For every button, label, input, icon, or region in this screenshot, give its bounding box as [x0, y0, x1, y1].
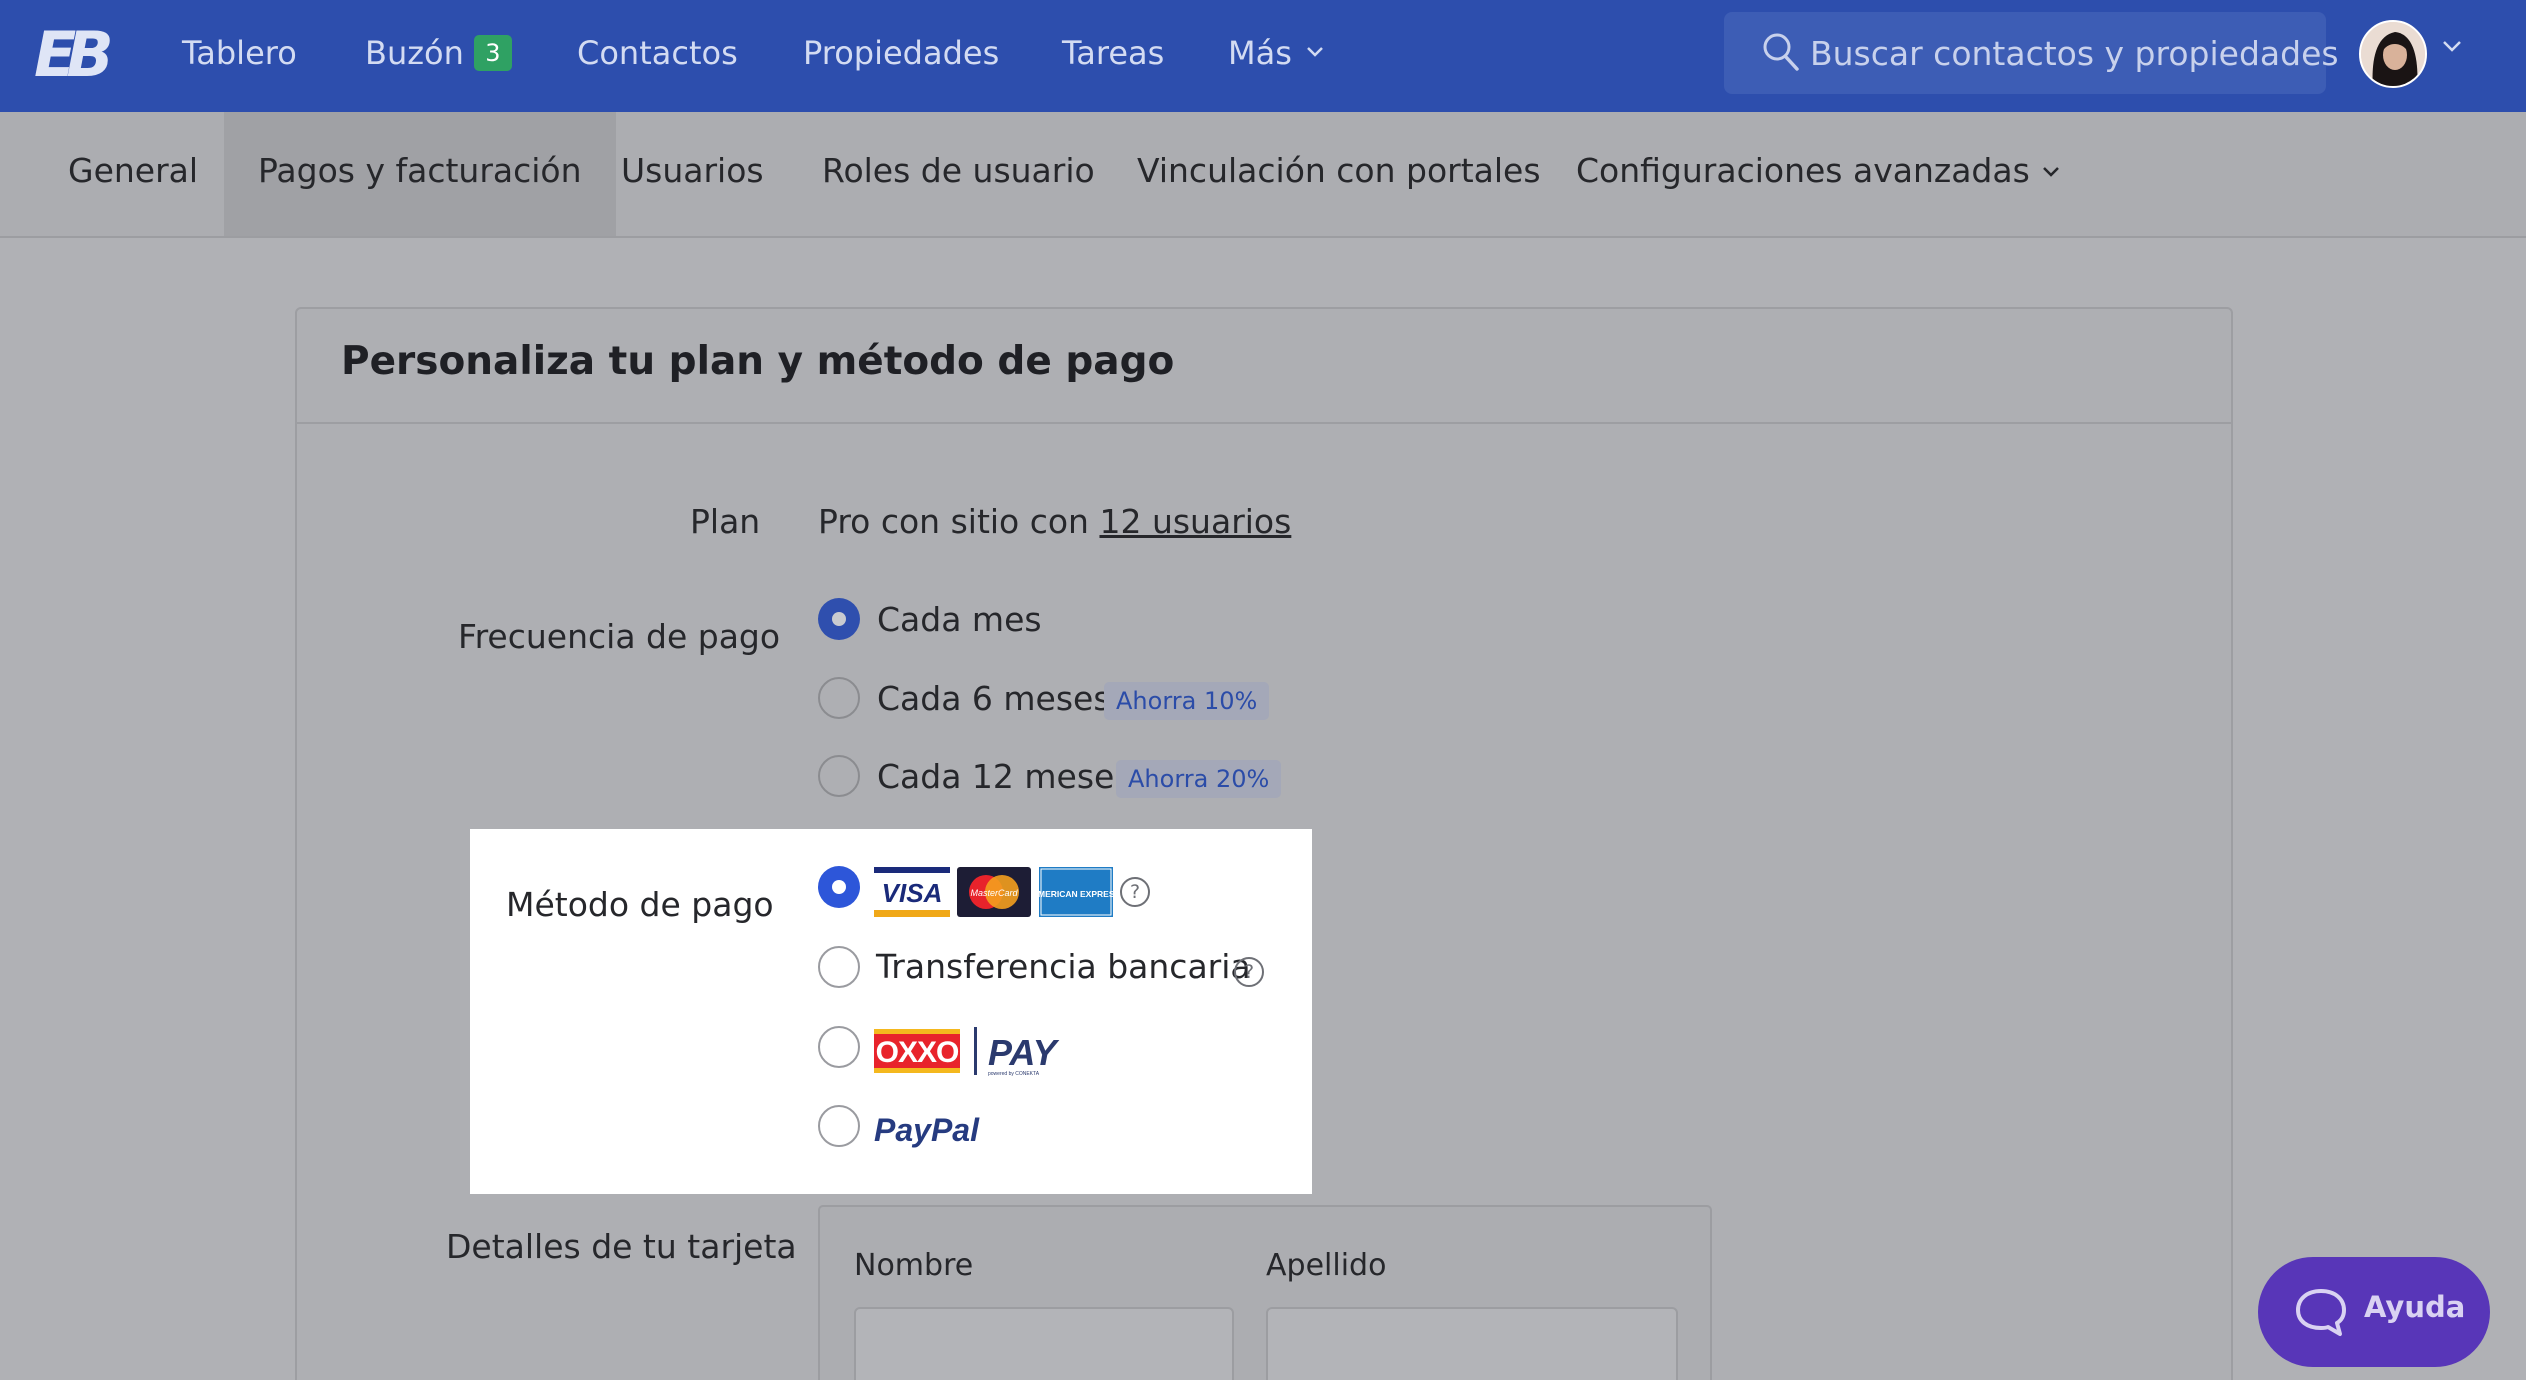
card-details-panel: Nombre Apellido: [818, 1205, 1712, 1380]
frequency-label: Frecuencia de pago: [458, 617, 781, 656]
chat-bubble-icon: [2296, 1289, 2346, 1336]
bank-help-icon[interactable]: ?: [1234, 957, 1264, 987]
tab-usuarios[interactable]: Usuarios: [587, 112, 798, 236]
nav-tablero-label: Tablero: [182, 34, 297, 72]
card-title: Personaliza tu plan y método de pago: [341, 339, 1175, 384]
nav-contactos[interactable]: Contactos: [577, 30, 738, 76]
card-details-label: Detalles de tu tarjeta: [446, 1227, 797, 1266]
first-name-field[interactable]: [854, 1307, 1234, 1380]
radio-cada-mes[interactable]: [818, 598, 860, 640]
tab-pagos-label: Pagos y facturación: [258, 151, 582, 190]
tab-config-label: Configuraciones avanzadas: [1576, 151, 2030, 190]
tab-configuraciones-avanzadas[interactable]: Configuraciones avanzadas: [1542, 112, 2094, 236]
svg-text:AMERICAN EXPRESS: AMERICAN EXPRESS: [1039, 889, 1113, 899]
amex-logo-icon: AMERICAN EXPRESS: [1039, 867, 1113, 917]
chevron-down-icon[interactable]: [2442, 40, 2462, 52]
help-button-label: Ayuda: [2364, 1290, 2466, 1324]
nav-mas[interactable]: Más: [1228, 30, 1324, 76]
bank-transfer-label: Transferencia bancaria: [876, 947, 1251, 986]
nav-buzon-label: Buzón: [365, 34, 464, 72]
nav-tareas[interactable]: Tareas: [1062, 30, 1164, 76]
plan-value: Pro con sitio con 12 usuarios: [818, 502, 1291, 541]
nav-propiedades[interactable]: Propiedades: [803, 30, 999, 76]
chevron-down-icon: [2042, 167, 2059, 177]
radio-card-payment[interactable]: [818, 866, 860, 908]
nav-propiedades-label: Propiedades: [803, 34, 1000, 72]
svg-text:PayPal: PayPal: [874, 1112, 980, 1148]
tab-roles[interactable]: Roles de usuario: [788, 112, 1129, 236]
card-help-icon[interactable]: ?: [1120, 877, 1150, 907]
paypal-logo-icon: PayPal: [874, 1112, 980, 1148]
settings-tabs: General Pagos y facturación Usuarios Rol…: [0, 112, 2526, 238]
svg-text:powered by CONEKTA: powered by CONEKTA: [988, 1071, 1040, 1077]
users-link[interactable]: 12 usuarios: [1099, 502, 1291, 541]
visa-logo-icon: VISA: [874, 867, 950, 917]
help-button[interactable]: Ayuda: [2258, 1257, 2490, 1367]
payment-method-section: Método de pago VISA MasterCard AMERICAN …: [470, 829, 1312, 1194]
search-icon: [1763, 33, 1799, 71]
svg-text:OXXO: OXXO: [876, 1036, 959, 1069]
option-cada-12-meses-label: Cada 12 meses: [877, 757, 1132, 796]
svg-text:VISA: VISA: [882, 878, 943, 908]
tab-pagos-facturacion[interactable]: Pagos y facturación: [224, 112, 616, 236]
option-cada-6-meses-label: Cada 6 meses: [877, 679, 1111, 718]
avatar-image: [2361, 22, 2425, 86]
search-input[interactable]: Buscar contactos y propiedades: [1724, 12, 2339, 94]
mastercard-logo-icon: MasterCard: [957, 867, 1031, 917]
nav-tareas-label: Tareas: [1062, 34, 1165, 72]
svg-text:MasterCard: MasterCard: [970, 888, 1018, 898]
search-placeholder: Buscar contactos y propiedades: [1810, 34, 2339, 73]
tab-general-label: General: [68, 151, 199, 190]
oxxo-pay-logo-icon: OXXO PAY powered by CONEKTA: [874, 1027, 1060, 1077]
app-logo[interactable]: EB: [34, 22, 118, 88]
tab-roles-label: Roles de usuario: [822, 151, 1095, 190]
plan-label: Plan: [690, 502, 761, 541]
card-header: Personaliza tu plan y método de pago: [297, 309, 2231, 424]
nav-mas-label: Más: [1228, 34, 1292, 72]
plan-value-text: Pro con sitio con: [818, 502, 1100, 541]
save-badge-20: Ahorra 20%: [1116, 760, 1282, 798]
nav-contactos-label: Contactos: [577, 34, 738, 72]
chevron-down-icon: [1307, 47, 1323, 57]
save-badge-10: Ahorra 10%: [1104, 682, 1270, 720]
tab-usuarios-label: Usuarios: [621, 151, 764, 190]
last-name-label: Apellido: [1266, 1248, 1387, 1283]
radio-bank-transfer[interactable]: [818, 946, 860, 988]
inbox-count-badge: 3: [473, 35, 512, 71]
payment-method-label: Método de pago: [506, 885, 774, 924]
tab-portales-label: Vinculación con portales: [1137, 151, 1541, 190]
nav-buzon[interactable]: Buzón 3: [365, 30, 512, 76]
radio-paypal[interactable]: [818, 1105, 860, 1147]
radio-oxxo-pay[interactable]: [818, 1026, 860, 1068]
tab-portales[interactable]: Vinculación con portales: [1103, 112, 1575, 236]
nav-tablero[interactable]: Tablero: [182, 30, 297, 76]
top-navbar: EB Tablero Buzón 3 Contactos Propiedades …: [0, 0, 2526, 112]
svg-text:PAY: PAY: [988, 1032, 1060, 1073]
last-name-field[interactable]: [1266, 1307, 1678, 1380]
first-name-label: Nombre: [854, 1248, 974, 1283]
tab-general[interactable]: General: [34, 112, 232, 236]
radio-cada-12-meses[interactable]: [818, 755, 860, 797]
option-cada-mes-label: Cada mes: [877, 600, 1042, 639]
radio-cada-6-meses[interactable]: [818, 677, 860, 719]
user-avatar[interactable]: [2359, 20, 2427, 88]
